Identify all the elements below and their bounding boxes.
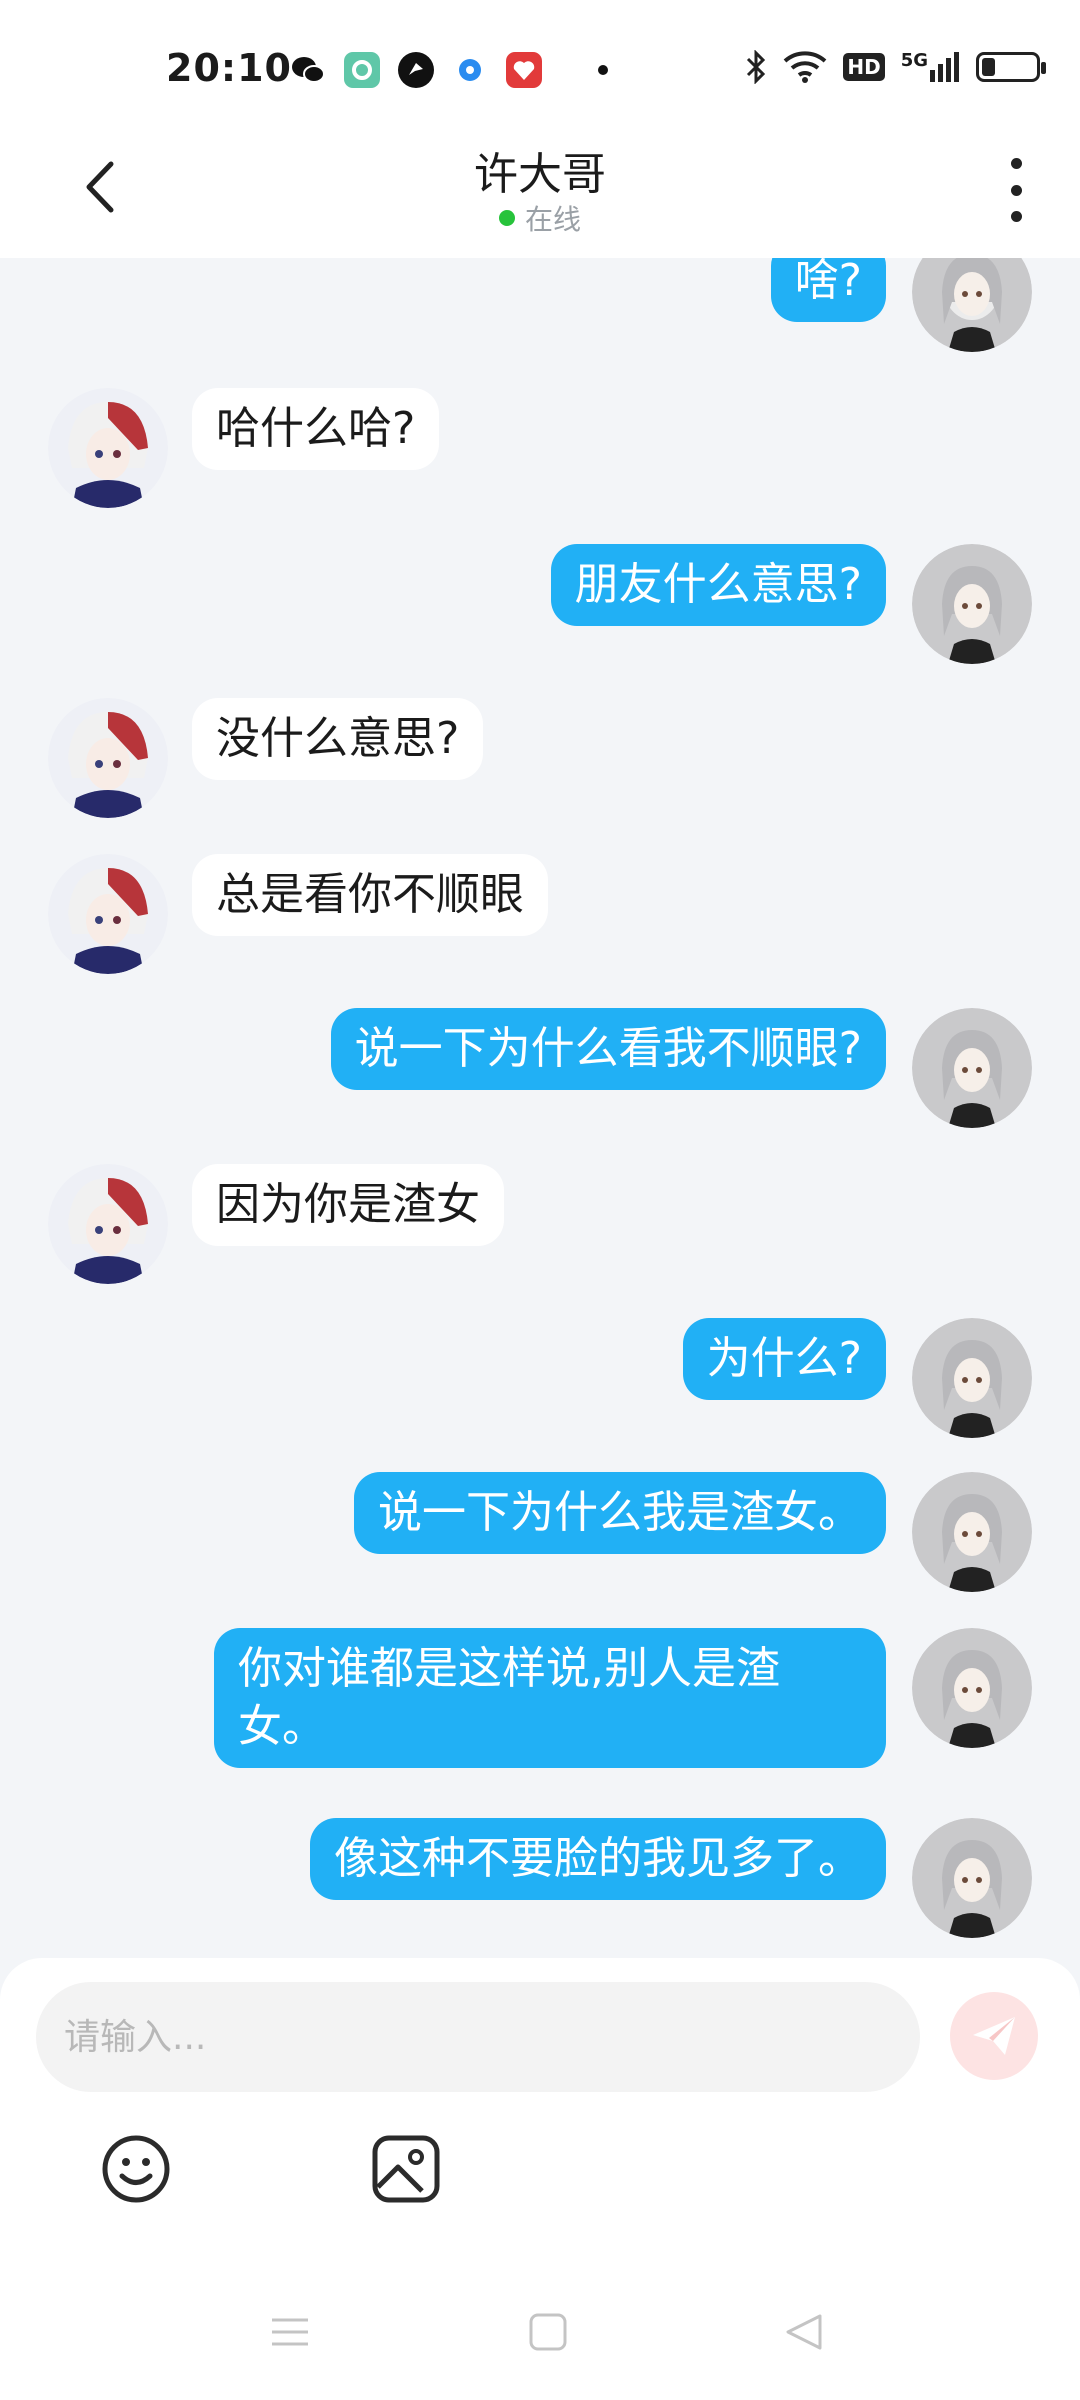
- system-indicators: HD 5G: [745, 50, 1046, 84]
- bluetooth-icon: [747, 50, 766, 84]
- contact-avatar[interactable]: [48, 1164, 168, 1284]
- image-button[interactable]: [370, 2133, 442, 2205]
- message-bubble-incoming[interactable]: 总是看你不顺眼: [192, 854, 548, 936]
- clock: 20:10: [166, 46, 292, 90]
- presence-label: 在线: [524, 203, 581, 236]
- smiley-icon: [102, 2135, 170, 2203]
- notification-icons: [290, 52, 608, 88]
- signal-bars-icon: [930, 52, 959, 82]
- chat-header: 许大哥 在线: [0, 130, 1080, 258]
- message-bubble-outgoing[interactable]: 你对谁都是这样说,别人是渣女。: [214, 1628, 886, 1768]
- system-nav-bar: [0, 2258, 1080, 2400]
- bird-app-icon: [398, 52, 434, 88]
- message-input[interactable]: [36, 1982, 920, 2092]
- online-dot: [498, 210, 515, 226]
- message-bubble-outgoing[interactable]: 说一下为什么看我不顺眼?: [330, 1008, 886, 1090]
- signal-indicator: 5G: [901, 52, 960, 82]
- menu-icon: [272, 2318, 308, 2346]
- more-options-button[interactable]: [1004, 158, 1028, 222]
- contact-name: 许大哥: [474, 149, 606, 200]
- message-bubble-outgoing[interactable]: 朋友什么意思?: [550, 544, 886, 626]
- my-avatar[interactable]: [912, 258, 1032, 352]
- home-button[interactable]: [526, 2310, 570, 2354]
- message-bubble-outgoing[interactable]: 为什么?: [682, 1318, 886, 1400]
- my-avatar[interactable]: [912, 1008, 1032, 1128]
- contact-avatar[interactable]: [48, 854, 168, 974]
- home-icon: [529, 2313, 567, 2351]
- green-app-icon: [344, 52, 380, 88]
- red-app-icon: [506, 52, 542, 88]
- system-back-button[interactable]: [782, 2310, 826, 2354]
- more-dot: [1010, 211, 1022, 222]
- message-bubble-outgoing[interactable]: 说一下为什么我是渣女。: [354, 1472, 886, 1554]
- contact-avatar[interactable]: [48, 698, 168, 818]
- more-dot: [1010, 184, 1022, 196]
- my-avatar[interactable]: [912, 1628, 1032, 1748]
- send-button[interactable]: [950, 1992, 1038, 2080]
- message-bubble-outgoing[interactable]: 啥?: [770, 258, 886, 322]
- contact-avatar[interactable]: [48, 388, 168, 508]
- wechat-icon: [290, 52, 326, 88]
- my-avatar[interactable]: [912, 1472, 1032, 1592]
- paper-plane-icon: [973, 2017, 1015, 2055]
- emoji-button[interactable]: [100, 2133, 172, 2205]
- back-triangle-icon: [786, 2314, 822, 2350]
- recent-apps-button[interactable]: [268, 2310, 312, 2354]
- image-icon: [372, 2135, 440, 2203]
- wifi-icon: [784, 51, 827, 83]
- more-dot: [1010, 158, 1022, 169]
- presence-status: 在线: [0, 198, 1080, 238]
- my-avatar[interactable]: [912, 1818, 1032, 1938]
- message-bubble-incoming[interactable]: 哈什么哈?: [192, 388, 440, 470]
- message-bubble-incoming[interactable]: 没什么意思?: [192, 698, 484, 780]
- hd-badge: HD: [843, 53, 885, 81]
- composer: [0, 1958, 1080, 2258]
- message-list[interactable]: 啥? 哈什么哈? 朋友什么意思? 没什么意思? 总是看你不顺眼 说一下为什么看我…: [0, 258, 1080, 1958]
- blue-dot-app-icon: [452, 52, 488, 88]
- my-avatar[interactable]: [912, 544, 1032, 664]
- message-bubble-incoming[interactable]: 因为你是渣女: [192, 1164, 504, 1246]
- status-bar: 20:10 HD 5G: [0, 0, 1080, 130]
- more-notifications-dot: [598, 65, 608, 75]
- my-avatar[interactable]: [912, 1318, 1032, 1438]
- message-bubble-outgoing[interactable]: 像这种不要脸的我见多了。: [310, 1818, 886, 1900]
- network-type: 5G: [900, 50, 928, 71]
- battery-icon: [976, 52, 1046, 82]
